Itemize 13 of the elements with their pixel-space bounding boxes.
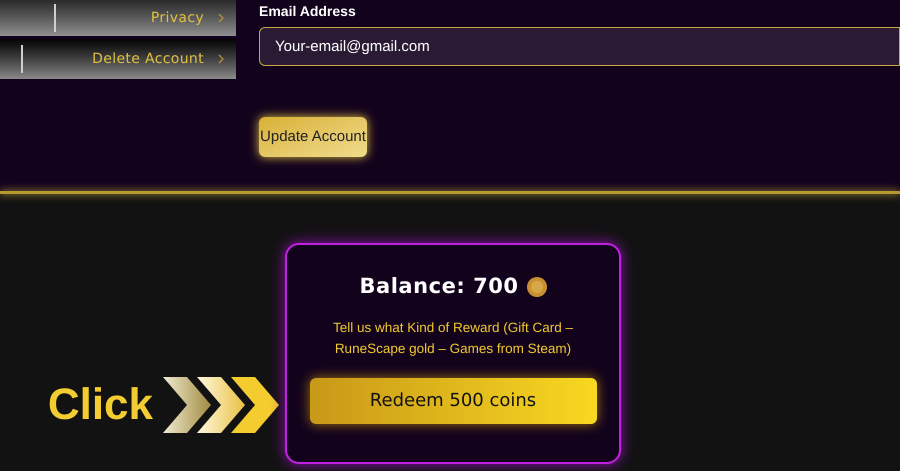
reward-description: Tell us what Kind of Reward (Gift Card – RuneScape gold – Games from Steam) bbox=[332, 318, 574, 358]
redeem-button[interactable]: Redeem 500 coins bbox=[310, 378, 596, 424]
chevron-icon bbox=[218, 13, 224, 23]
chevron-icon bbox=[218, 54, 224, 64]
balance-text: Balance: 700 bbox=[359, 273, 519, 300]
email-field[interactable]: Your-email@gmail.com bbox=[259, 27, 900, 66]
click-label: Click bbox=[48, 383, 153, 427]
sidebar-item[interactable]: Privacy bbox=[0, 0, 236, 36]
coin-icon bbox=[526, 276, 547, 297]
field-label: Email Address bbox=[259, 2, 357, 21]
arrows-icon bbox=[163, 377, 281, 433]
update-account-button[interactable]: Update Account bbox=[259, 117, 367, 157]
sidebar-item[interactable]: Delete Account bbox=[0, 39, 236, 79]
